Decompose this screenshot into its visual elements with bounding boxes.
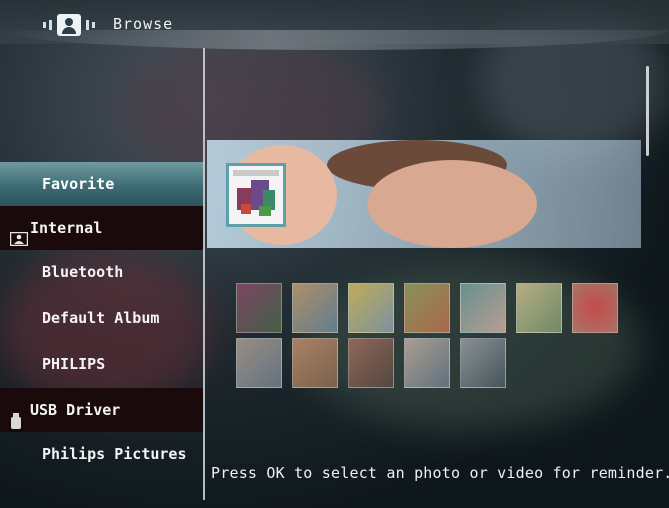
panel-divider bbox=[203, 48, 205, 500]
menu-item-internal[interactable]: Internal bbox=[0, 206, 204, 250]
menu-item-label: Internal bbox=[30, 219, 103, 237]
photo-thumbnail[interactable] bbox=[460, 338, 506, 388]
photo-thumbnail[interactable] bbox=[292, 283, 338, 333]
menu-item-label: USB Driver bbox=[30, 401, 121, 419]
menu-item-label: Default Album bbox=[42, 309, 160, 327]
menu-item-philips[interactable]: PHILIPS bbox=[0, 342, 204, 386]
menu-item-philips-pictures[interactable]: Philips Pictures bbox=[0, 432, 204, 476]
photo-thumbnail[interactable] bbox=[404, 283, 450, 333]
hint-text: Press OK to select an photo or video for… bbox=[211, 464, 669, 482]
menu-item-label: PHILIPS bbox=[42, 355, 106, 373]
browse-photo-icon bbox=[40, 14, 104, 40]
preview-photo-shape bbox=[367, 160, 537, 248]
menu-item-label: Favorite bbox=[42, 175, 115, 193]
photo-frame-screen: Browse Favorite Internal Bluetooth Defau… bbox=[0, 0, 669, 508]
menu-item-favorite[interactable]: Favorite bbox=[0, 162, 204, 206]
photo-thumbnail[interactable] bbox=[292, 338, 338, 388]
menu-item-label: Bluetooth bbox=[42, 263, 124, 281]
photo-thumbnail[interactable] bbox=[572, 283, 618, 333]
menu-item-usb-driver[interactable]: USB Driver bbox=[0, 388, 204, 432]
menu-item-label: Philips Pictures bbox=[42, 445, 187, 463]
page-title: Browse bbox=[113, 15, 174, 33]
photo-thumbnail[interactable] bbox=[348, 283, 394, 333]
photo-thumbnail[interactable] bbox=[460, 283, 506, 333]
scrollbar[interactable] bbox=[646, 66, 649, 156]
photo-thumbnail[interactable] bbox=[236, 338, 282, 388]
header-bar: Browse bbox=[0, 0, 669, 50]
photo-thumbnail[interactable] bbox=[404, 338, 450, 388]
selected-thumbnail[interactable] bbox=[226, 163, 286, 227]
photo-thumbnail[interactable] bbox=[236, 283, 282, 333]
menu-item-bluetooth[interactable]: Bluetooth bbox=[0, 250, 204, 294]
photo-thumbnail[interactable] bbox=[516, 283, 562, 333]
photo-thumbnail[interactable] bbox=[348, 338, 394, 388]
menu-item-default-album[interactable]: Default Album bbox=[0, 296, 204, 340]
source-menu: Favorite Internal Bluetooth Default Albu… bbox=[0, 160, 204, 470]
